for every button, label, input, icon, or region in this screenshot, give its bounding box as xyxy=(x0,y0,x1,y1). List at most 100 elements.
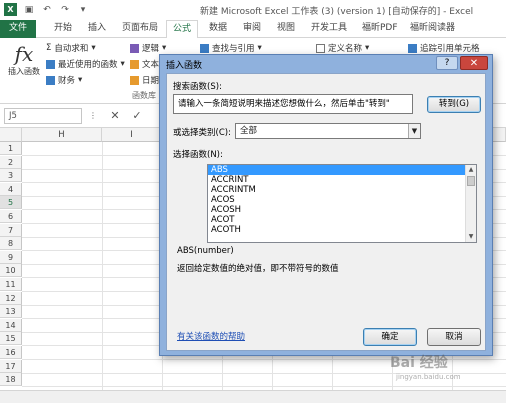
tab-formulas[interactable]: 公式 xyxy=(166,20,199,39)
function-list-item[interactable]: ACOT xyxy=(208,215,476,225)
row-header[interactable]: 17 xyxy=(0,359,22,373)
define-name-button[interactable]: 定义名称 ▾ xyxy=(316,42,369,54)
row-header[interactable]: 11 xyxy=(0,278,22,291)
undo-icon[interactable]: ↶ xyxy=(41,4,53,16)
row-header[interactable]: 9 xyxy=(0,250,22,264)
row-header[interactable]: 8 xyxy=(0,237,22,251)
baidu-watermark-url: jingyan.baidu.com xyxy=(396,373,461,381)
chevron-down-icon[interactable]: ▼ xyxy=(408,124,420,138)
category-select[interactable]: 全部 ▼ xyxy=(235,123,421,139)
tab-developer[interactable]: 开发工具 xyxy=(305,20,353,38)
chevron-down-icon: ▾ xyxy=(78,75,83,85)
tab-home[interactable]: 开始 xyxy=(48,20,78,38)
function-list-item[interactable]: ACOSH xyxy=(208,205,476,215)
formula-bar-options-icon[interactable]: ⋮ xyxy=(86,108,100,124)
tab-file[interactable]: 文件 xyxy=(0,20,36,38)
insert-function-dialog: 插入函数 ? ✕ 搜索函数(S): 请输入一条简短说明来描述您想做什么，然后单击… xyxy=(159,54,493,356)
function-list-scrollbar[interactable]: ▲ ▼ xyxy=(465,165,476,242)
calendar-icon xyxy=(130,75,139,85)
category-label: 或选择类别(C): xyxy=(173,128,231,138)
excel-logo-icon: X xyxy=(4,3,17,16)
tab-data[interactable]: 数据 xyxy=(203,20,233,38)
goto-button[interactable]: 转到(G) xyxy=(427,96,481,113)
ok-button[interactable]: 确定 xyxy=(363,328,417,346)
tab-view[interactable]: 视图 xyxy=(271,20,301,38)
text-icon xyxy=(130,59,139,69)
logical-icon xyxy=(130,43,139,53)
row-header[interactable]: 10 xyxy=(0,264,22,278)
scrollbar-thumb[interactable] xyxy=(467,176,475,186)
trace-precedents-button[interactable]: 追踪引用单元格 xyxy=(408,42,480,54)
financial-icon xyxy=(46,75,55,85)
column-header-h[interactable]: H xyxy=(22,128,102,142)
title-bar: X ▣ ↶ ↷ ▾ 新建 Microsoft Excel 工作表 (3) (ve… xyxy=(0,0,506,20)
row-header[interactable]: 3 xyxy=(0,169,22,183)
cancel-entry-icon[interactable]: ✕ xyxy=(108,108,122,124)
scroll-up-icon[interactable]: ▲ xyxy=(466,165,476,175)
customize-qat-icon[interactable]: ▾ xyxy=(77,4,89,16)
lookup-reference-button[interactable]: 查找与引用 ▾ xyxy=(200,42,262,54)
function-list[interactable]: ABS ACCRINT ACCRINTM ACOS ACOSH ACOT ACOTH ▲ ▼ xyxy=(207,164,477,243)
function-list-item[interactable]: ABS xyxy=(208,165,476,175)
function-help-link[interactable]: 有关该函数的帮助 xyxy=(177,330,245,342)
row-header[interactable]: 18 xyxy=(0,373,22,387)
row-header[interactable]: 1 xyxy=(0,142,22,155)
redo-icon[interactable]: ↷ xyxy=(59,4,71,16)
function-syntax: ABS(number) xyxy=(177,246,234,256)
column-header-i[interactable]: I xyxy=(102,128,162,142)
function-list-item[interactable]: ACCRINT xyxy=(208,175,476,185)
row-header[interactable]: 5 xyxy=(0,196,22,210)
row-header[interactable]: 12 xyxy=(0,291,22,305)
scroll-down-icon[interactable]: ▼ xyxy=(466,232,476,242)
search-label: 搜索函数(S): xyxy=(173,82,222,92)
autosum-button[interactable]: Σ 自动求和 ▾ xyxy=(46,42,96,54)
row-header[interactable]: 4 xyxy=(0,182,22,196)
cancel-button[interactable]: 取消 xyxy=(427,328,481,346)
function-list-item[interactable]: ACOTH xyxy=(208,225,476,235)
baidu-watermark: Bai 经验 xyxy=(390,355,448,371)
window-title: 新建 Microsoft Excel 工作表 (3) (version 1) [… xyxy=(200,7,474,17)
help-button[interactable]: ? xyxy=(436,56,458,70)
row-header[interactable]: 7 xyxy=(0,223,22,237)
function-library-group-label: 函数库 xyxy=(132,91,156,100)
tab-insert[interactable]: 插入 xyxy=(82,20,112,38)
row-header[interactable]: 14 xyxy=(0,318,22,332)
function-list-item[interactable]: ACOS xyxy=(208,195,476,205)
function-list-item[interactable]: ACCRINTM xyxy=(208,185,476,195)
chevron-down-icon: ▾ xyxy=(162,43,167,53)
ribbon-tabs: 文件 开始 插入 页面布局 公式 数据 审阅 视图 开发工具 福昕PDF 福昕阅… xyxy=(0,20,506,39)
status-bar xyxy=(0,390,506,403)
function-list-label: 选择函数(N): xyxy=(173,150,223,160)
tab-page-layout[interactable]: 页面布局 xyxy=(116,20,164,38)
insert-function-button[interactable]: fx 插入函数 xyxy=(4,42,44,77)
name-box[interactable]: J5 xyxy=(4,108,82,124)
chevron-down-icon: ▾ xyxy=(91,43,96,53)
quick-access-toolbar: X ▣ ↶ ↷ ▾ xyxy=(4,3,89,16)
tab-foxit-pdf[interactable]: 福昕PDF xyxy=(356,20,404,38)
row-header[interactable]: 16 xyxy=(0,346,22,359)
recent-functions-button[interactable]: 最近使用的函数 ▾ xyxy=(46,58,125,70)
text-button[interactable]: 文本 xyxy=(130,58,159,70)
row-header[interactable]: 15 xyxy=(0,332,22,346)
row-header[interactable]: 6 xyxy=(0,210,22,223)
financial-button[interactable]: 财务 ▾ xyxy=(46,74,82,86)
datetime-button[interactable]: 日期 xyxy=(130,74,159,86)
fx-icon: fx xyxy=(14,42,34,66)
chevron-down-icon: ▾ xyxy=(120,59,125,69)
gridline xyxy=(102,142,103,390)
save-icon[interactable]: ▣ xyxy=(23,4,35,16)
row-header[interactable]: 2 xyxy=(0,155,22,169)
tab-foxit-reader[interactable]: 福昕阅读器 xyxy=(404,20,461,38)
confirm-entry-icon[interactable]: ✓ xyxy=(130,108,144,124)
select-all-corner[interactable] xyxy=(0,128,22,142)
close-icon[interactable]: ✕ xyxy=(460,56,488,70)
sigma-icon: Σ xyxy=(46,43,52,53)
logical-button[interactable]: 逻辑 ▾ xyxy=(130,42,166,54)
row-header[interactable]: 13 xyxy=(0,305,22,319)
search-function-input[interactable]: 请输入一条简短说明来描述您想做什么，然后单击"转到" xyxy=(173,94,413,114)
gridline xyxy=(22,386,506,388)
tab-review[interactable]: 审阅 xyxy=(237,20,267,38)
category-value: 全部 xyxy=(240,126,258,136)
define-name-icon xyxy=(316,43,325,53)
lookup-icon xyxy=(200,43,209,53)
